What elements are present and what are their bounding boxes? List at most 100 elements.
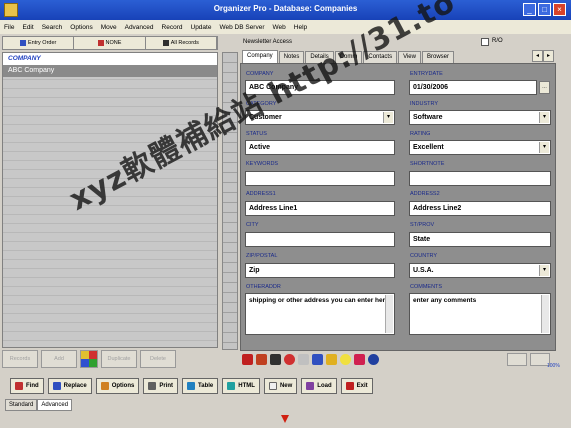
menu-file[interactable]: File — [4, 24, 14, 31]
lightbulb-icon[interactable] — [340, 354, 351, 365]
tab-notes[interactable]: Notes — [278, 51, 305, 63]
menu-web[interactable]: Web — [273, 24, 286, 31]
globe-icon[interactable] — [368, 354, 379, 365]
category-select[interactable]: Customer ▾ — [245, 110, 395, 125]
html-button[interactable]: HTML — [222, 378, 260, 394]
tab-contacts[interactable]: Contacts — [363, 51, 398, 63]
chevron-down-icon[interactable]: ▾ — [383, 112, 393, 123]
new-button[interactable]: New — [263, 378, 298, 394]
city-field[interactable] — [245, 232, 395, 247]
load-icon — [306, 382, 315, 390]
mode-tabs: Standard Advanced — [5, 399, 73, 411]
tab-right-icon[interactable]: ▸ — [543, 50, 554, 62]
first-record-icon[interactable] — [242, 354, 253, 365]
delete-button[interactable]: Delete — [140, 350, 176, 368]
record-list[interactable]: COMPANY ABC Company — [2, 52, 218, 348]
status-field[interactable]: Active — [245, 140, 395, 155]
paste-icon[interactable] — [312, 354, 323, 365]
rating-select[interactable]: Excellent ▾ — [409, 140, 551, 155]
otheraddr-field[interactable]: shipping or other address you can enter … — [245, 293, 395, 335]
industry-select[interactable]: Software ▾ — [409, 110, 551, 125]
status-label: STATUS — [246, 131, 267, 137]
replace-icon — [52, 382, 61, 390]
tab-bar: Company Notes Details Comm Contacts View… — [242, 50, 455, 63]
menu-help[interactable]: Help — [294, 24, 307, 31]
load-button[interactable]: Load — [301, 378, 337, 394]
tab-standard[interactable]: Standard — [5, 399, 38, 411]
printer-icon — [148, 382, 157, 390]
html-icon — [227, 382, 236, 390]
delete-icon[interactable] — [270, 354, 281, 365]
address1-field[interactable]: Address Line1 — [245, 201, 395, 216]
add-button[interactable]: Add — [41, 350, 77, 368]
scrollbar[interactable] — [541, 295, 549, 333]
zip-field[interactable]: Zip — [245, 263, 395, 278]
previous-record-icon[interactable] — [256, 354, 267, 365]
chevron-down-icon[interactable]: ▾ — [539, 112, 549, 123]
find-button[interactable]: Find — [10, 378, 44, 394]
state-field[interactable]: State — [409, 232, 551, 247]
list-item[interactable]: ABC Company — [3, 65, 217, 77]
tab-browser[interactable]: Browser — [421, 51, 454, 63]
address2-label: ADDRESS2 — [410, 191, 440, 197]
tab-company[interactable]: Company — [242, 50, 278, 63]
menu-options[interactable]: Options — [70, 24, 92, 31]
nav-back-button[interactable] — [507, 353, 527, 366]
menu-search[interactable]: Search — [42, 24, 63, 31]
menu-record[interactable]: Record — [162, 24, 183, 31]
table-icon — [187, 382, 196, 390]
company-field[interactable]: ABC Company — [245, 80, 395, 95]
category-label: CATEGORY — [246, 101, 277, 107]
company-label: COMPANY — [246, 71, 274, 77]
menu-advanced[interactable]: Advanced — [125, 24, 154, 31]
colors-icon[interactable] — [80, 350, 98, 368]
chevron-down-icon[interactable]: ▾ — [539, 265, 549, 276]
record-icon-toolbar — [242, 354, 379, 367]
tab-left-icon[interactable]: ◂ — [532, 50, 543, 62]
list-header[interactable]: COMPANY — [3, 53, 217, 65]
exit-button[interactable]: Exit — [340, 378, 373, 394]
newsletter-access-label: Newsletter Access — [243, 39, 293, 45]
folder-icon[interactable] — [326, 354, 337, 365]
duplicate-button[interactable]: Duplicate — [101, 350, 137, 368]
arrow-down-icon — [281, 415, 289, 423]
calendar-icon[interactable]: … — [539, 81, 550, 94]
country-select[interactable]: U.S.A. ▾ — [409, 263, 551, 278]
read-only-checkbox[interactable] — [481, 38, 489, 46]
options-button[interactable]: Options — [95, 378, 140, 394]
table-button[interactable]: Table — [182, 378, 219, 394]
tab-details[interactable]: Details — [305, 51, 334, 63]
records-button[interactable]: Records — [2, 350, 38, 368]
close-button[interactable]: × — [553, 3, 566, 16]
entrydate-field[interactable]: 01/30/2006 — [409, 80, 537, 95]
chevron-down-icon[interactable]: ▾ — [539, 142, 549, 153]
menu-move[interactable]: Move — [101, 24, 117, 31]
menu-update[interactable]: Update — [191, 24, 212, 31]
maximize-button[interactable]: □ — [538, 3, 551, 16]
address2-field[interactable]: Address Line2 — [409, 201, 551, 216]
replace-button[interactable]: Replace — [47, 378, 92, 394]
company-form: COMPANY ABC Company ENTRYDATE 01/30/2006… — [240, 63, 556, 351]
comments-field[interactable]: enter any comments — [409, 293, 551, 335]
menu-edit[interactable]: Edit — [22, 24, 33, 31]
sort-icon — [19, 40, 26, 46]
tab-view[interactable]: View — [398, 51, 421, 63]
menu-web-db-server[interactable]: Web DB Server — [219, 24, 264, 31]
otheraddr-label: OTHERADDR — [246, 284, 281, 290]
copy-icon[interactable] — [298, 354, 309, 365]
keywords-field[interactable] — [245, 171, 395, 186]
tab-advanced[interactable]: Advanced — [37, 399, 73, 411]
stop-icon[interactable] — [284, 354, 295, 365]
all-records-button[interactable]: All Records — [146, 37, 217, 49]
shortnote-field[interactable] — [409, 171, 551, 186]
tag-icon[interactable] — [354, 354, 365, 365]
exit-icon — [345, 382, 354, 390]
tab-comm[interactable]: Comm — [334, 51, 363, 63]
minimize-button[interactable]: _ — [523, 3, 536, 16]
scrollbar[interactable] — [385, 295, 393, 333]
print-button[interactable]: Print — [143, 378, 179, 394]
filter-none-button[interactable]: NONE — [74, 37, 146, 49]
find-icon — [15, 382, 23, 390]
left-bottom-bar: Records Add Duplicate Delete — [2, 350, 218, 370]
entry-order-button[interactable]: Entry Order — [3, 37, 75, 49]
